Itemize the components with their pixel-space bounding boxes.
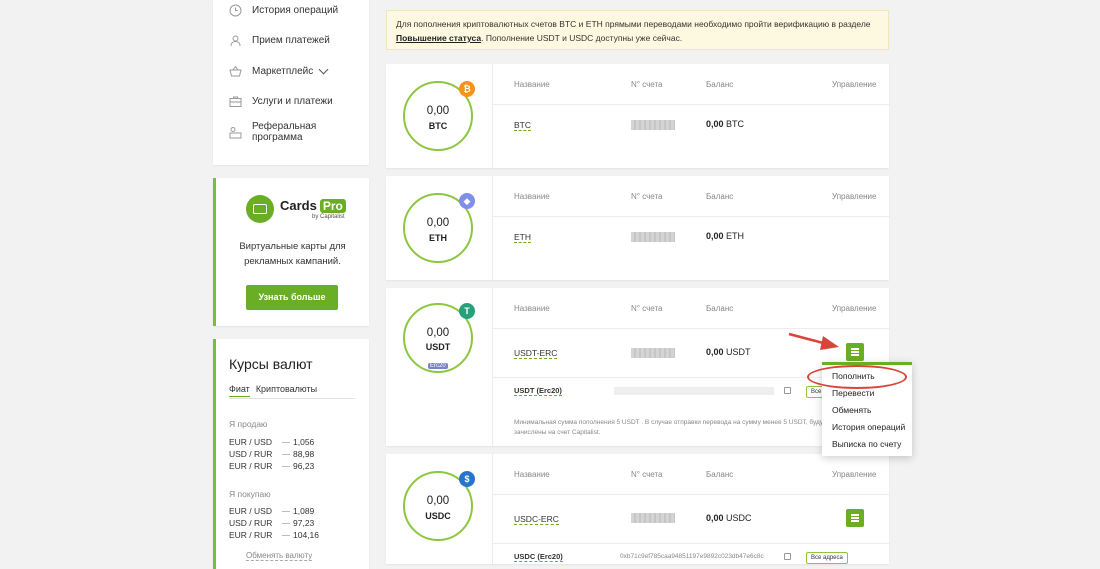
account-name[interactable]: USDT-ERC <box>514 348 558 359</box>
tab-fiat[interactable]: Фиат <box>229 384 250 397</box>
sidebar-item-payments[interactable]: Прием платежей <box>229 30 330 50</box>
sidebar-item-label: Услуги и платежи <box>252 95 333 107</box>
erc20-tag: Erc20 <box>428 363 448 369</box>
balance-ring: 0,00 ETH ◆ <box>403 193 475 263</box>
rate-row: EUR / RUR 104,16 <box>229 530 319 540</box>
bitcoin-icon: ₿ <box>459 81 475 97</box>
sidebar-item-services[interactable]: Услуги и платежи <box>229 91 333 111</box>
sell-label: Я продаю <box>229 419 268 429</box>
account-card-usdt: 0,00 USDT Erc20 T Название N° счета Бала… <box>386 288 889 446</box>
learn-more-button[interactable]: Узнать больше <box>246 285 338 310</box>
copy-icon[interactable] <box>784 553 791 560</box>
cards-by-label: by Capitalist <box>312 214 345 220</box>
menu-item-statement[interactable]: Выписка по счету <box>832 439 901 449</box>
cards-pro-promo: Cards Pro by Capitalist Виртуальные карты… <box>213 178 369 326</box>
account-card-eth: 0,00 ETH ◆ Название N° счета Баланс Упра… <box>386 176 889 280</box>
all-addresses-button[interactable]: Все адреса <box>806 552 848 564</box>
balance-ring: 0,00 USDC $ <box>403 471 475 541</box>
sidebar-item-label: Маркетплейс <box>252 65 314 77</box>
card-icon <box>246 195 274 223</box>
address-label[interactable]: USDT (Erc20) <box>514 386 562 396</box>
balance-ring: 0,00 BTC ₿ <box>403 81 475 151</box>
rates-title: Курсы валют <box>229 356 313 372</box>
ethereum-icon: ◆ <box>459 193 475 209</box>
copy-icon[interactable] <box>784 387 791 394</box>
rates-tabs: Фиат Криптовалюты <box>229 384 317 397</box>
clock-icon <box>229 4 242 17</box>
account-balance: 0,00 USDC <box>706 513 752 523</box>
usdc-icon: $ <box>459 471 475 487</box>
sidebar-item-marketplace[interactable]: Маркетплейс <box>229 61 329 81</box>
address-label[interactable]: USDC (Erc20) <box>514 552 563 562</box>
verification-notice: Для пополнения криптовалютных счетов BTC… <box>386 10 889 50</box>
user-icon <box>229 34 242 47</box>
briefcase-icon <box>229 95 242 108</box>
sidebar-item-label: Прием платежей <box>252 34 330 46</box>
minimum-deposit-note: Минимальная сумма пополнения 5 USDT . В … <box>514 419 827 436</box>
rate-row: EUR / RUR 96,23 <box>229 461 315 471</box>
referral-icon <box>229 126 242 139</box>
account-balance: 0,00 ETH <box>706 231 745 241</box>
account-menu-button[interactable] <box>846 343 864 361</box>
account-menu-button[interactable] <box>846 509 864 527</box>
cards-pro-logo: Cards Pro <box>280 198 346 213</box>
buy-label: Я покупаю <box>229 489 271 499</box>
currency-rates: Курсы валют Фиат Криптовалюты Я продаю E… <box>213 339 369 569</box>
cards-description: Виртуальные карты для рекламных кампаний… <box>239 241 346 267</box>
basket-icon <box>229 65 242 78</box>
menu-item-deposit[interactable]: Пополнить <box>832 371 875 381</box>
account-actions-menu: Пополнить Перевести Обменять История опе… <box>822 362 912 456</box>
account-name[interactable]: BTC <box>514 120 531 131</box>
chevron-down-icon <box>318 64 329 74</box>
account-name[interactable]: USDC-ERC <box>514 514 559 525</box>
account-card-usdc: 0,00 USDC $ Название N° счета Баланс Упр… <box>386 454 889 564</box>
tab-crypto[interactable]: Криптовалюты <box>256 384 317 397</box>
rate-row: USD / RUR 88,98 <box>229 449 315 459</box>
address-value: 0xb71c9ef785caa94851197e9892c023db47e6c8… <box>620 553 764 560</box>
menu-item-transfer[interactable]: Перевести <box>832 388 874 398</box>
menu-item-history[interactable]: История операций <box>832 422 905 432</box>
account-card-btc: 0,00 BTC ₿ Название N° счета Баланс Упра… <box>386 64 889 168</box>
account-name[interactable]: ETH <box>514 232 531 243</box>
account-number-hidden <box>631 348 675 358</box>
account-balance: 0,00 USDT <box>706 347 751 357</box>
account-number-hidden <box>631 120 675 130</box>
sidebar-nav: История операций Прием платежей Маркетпл… <box>213 0 369 165</box>
sidebar-item-label: Реферальная программа <box>252 121 317 143</box>
rate-row: USD / RUR 97,23 <box>229 518 315 528</box>
menu-item-exchange[interactable]: Обменять <box>832 405 871 415</box>
sidebar-item-referral[interactable]: Реферальная программа <box>229 121 369 143</box>
rate-row: EUR / USD 1,056 <box>229 437 315 447</box>
status-upgrade-link[interactable]: Повышение статуса <box>396 33 481 43</box>
account-balance: 0,00 BTC <box>706 119 745 129</box>
divider <box>229 398 355 399</box>
account-number-hidden <box>631 513 675 523</box>
rate-row: EUR / USD 1,089 <box>229 506 315 516</box>
address-hidden <box>614 387 774 395</box>
sidebar-item-label: История операций <box>252 4 339 16</box>
balance-ring: 0,00 USDT Erc20 T <box>403 303 475 373</box>
account-number-hidden <box>631 232 675 242</box>
sidebar-item-history[interactable]: История операций <box>229 0 338 20</box>
tether-icon: T <box>459 303 475 319</box>
exchange-currency-link[interactable]: Обменять валюту <box>246 551 313 561</box>
